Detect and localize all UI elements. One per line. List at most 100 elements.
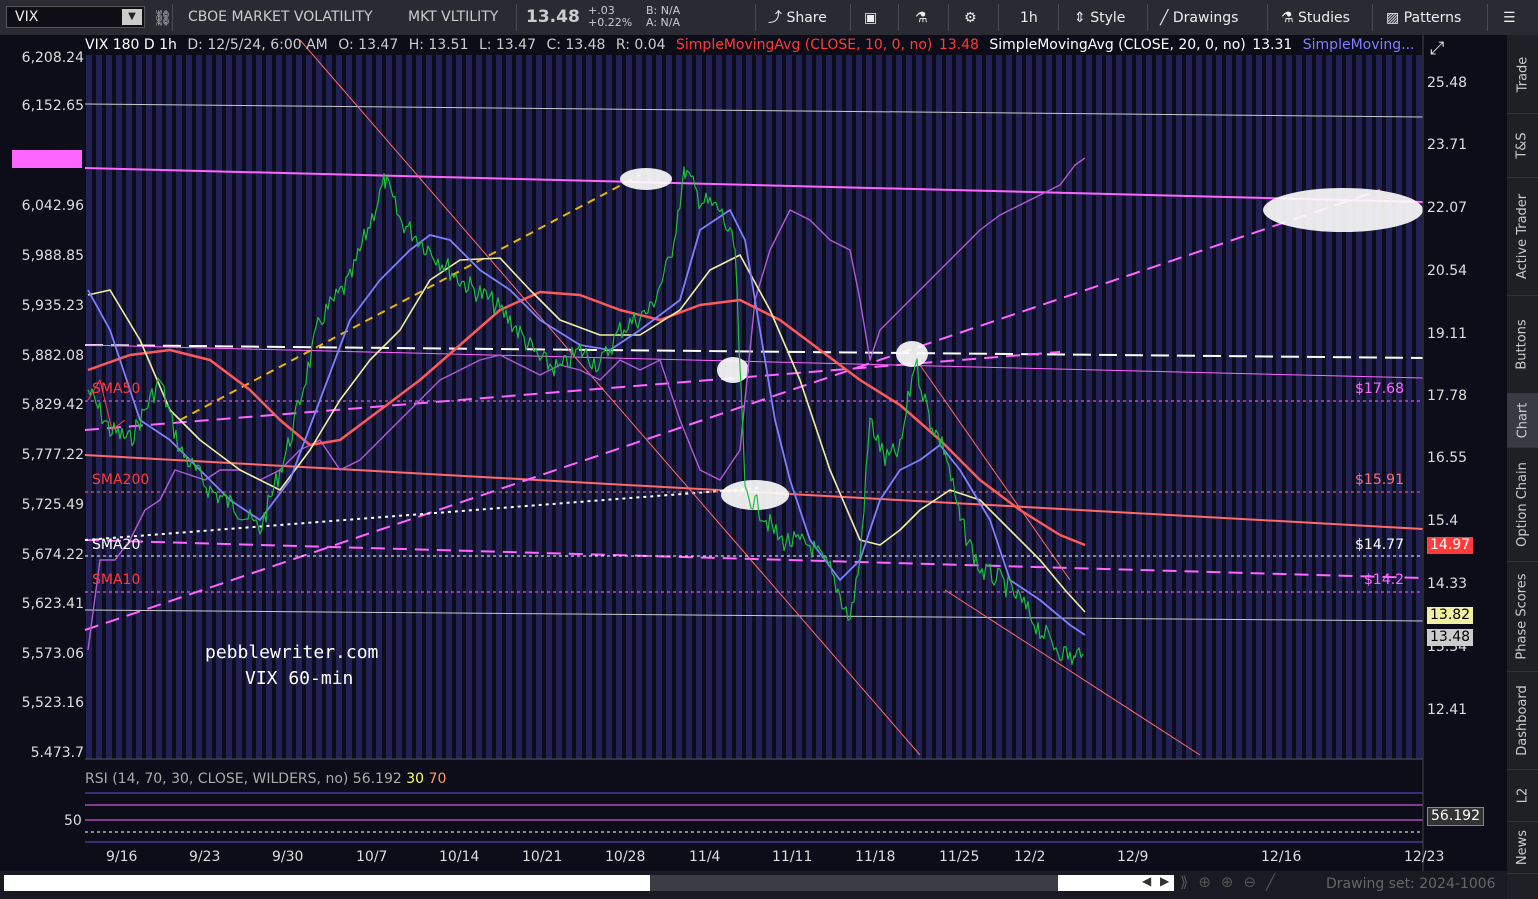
menu-icon[interactable]: ☰	[1503, 6, 1516, 30]
sidebar-tab-t-s[interactable]: T&S	[1507, 113, 1538, 178]
expand-icon[interactable]: ⤢	[1430, 38, 1444, 59]
level-label: $15.91	[1355, 472, 1404, 488]
x-axis-label: 11/18	[855, 849, 896, 865]
right-axis-label: 20.54	[1427, 263, 1468, 279]
price-change-pct: +0.22%	[588, 16, 633, 29]
symbol-text: VIX	[15, 9, 39, 25]
sidebar-tab-label: Active Trader	[1515, 193, 1530, 279]
session-stripe	[1256, 55, 1262, 759]
sidebar-tab-buttons[interactable]: Buttons	[1507, 295, 1538, 394]
legend-sma20: SimpleMovingAvg (CLOSE, 20, 0, no)	[989, 37, 1246, 53]
session-stripe	[196, 55, 202, 759]
session-stripe	[576, 55, 582, 759]
ask-value: A: N/A	[646, 16, 680, 29]
session-stripe	[726, 55, 732, 759]
session-stripe	[176, 55, 182, 759]
timeframe-button[interactable]: 1h	[1020, 6, 1038, 30]
session-stripe	[916, 55, 922, 759]
highlight-ellipse	[896, 341, 928, 367]
scroll-left-icon[interactable]: ◀	[1142, 874, 1151, 888]
gear-icon[interactable]: ⚙	[964, 6, 977, 30]
session-stripe	[826, 55, 832, 759]
left-axis-highlight	[12, 150, 82, 168]
left-axis-label: 5,674.22	[21, 547, 84, 563]
session-stripe	[766, 55, 772, 759]
pencil-icon: ╱	[1160, 10, 1169, 26]
patterns-button[interactable]: ▨ Patterns	[1386, 6, 1461, 30]
patterns-icon: ▨	[1386, 10, 1400, 26]
rsi-badge: 56.192	[1427, 807, 1484, 826]
ma-label: SMA20	[92, 537, 141, 553]
sidebar-tab-news[interactable]: News	[1507, 821, 1538, 874]
legend-range: R: 0.04	[615, 37, 666, 53]
chart-area[interactable]	[0, 35, 1507, 871]
session-stripe	[1096, 55, 1102, 759]
session-stripe	[626, 55, 632, 759]
share-button[interactable]: ⤴ Share	[768, 6, 827, 30]
legend-date: D: 12/5/24, 6:00 AM	[187, 37, 328, 53]
x-axis-label: 10/28	[605, 849, 646, 865]
left-axis-label: 5,777.22	[21, 447, 84, 463]
session-stripe	[546, 55, 552, 759]
sidebar-tab-option-chain[interactable]: Option Chain	[1507, 447, 1538, 562]
sidebar-tab-phase-scores[interactable]: Phase Scores	[1507, 561, 1538, 672]
right-axis-label: 25.48	[1427, 75, 1468, 91]
left-axis-label: 5,882.08	[21, 348, 84, 364]
legend-open: O: 13.47	[338, 37, 399, 53]
session-stripe	[1106, 55, 1112, 759]
sidebar-tab-chart[interactable]: Chart	[1507, 393, 1538, 448]
style-button[interactable]: ⇕ Style	[1074, 6, 1125, 30]
studies-button[interactable]: ⚗ Studies	[1281, 6, 1350, 30]
watermark-title: VIX 60-min	[245, 668, 354, 689]
chart-canvas[interactable]	[0, 35, 1507, 871]
x-axis-label: 12/16	[1261, 849, 1302, 865]
watermark-site: pebblewriter.com	[205, 642, 379, 663]
scrollbar-thumb[interactable]	[650, 875, 1058, 891]
flask-icon: ⚗	[1281, 10, 1294, 26]
chevron-down-icon[interactable]: ▼	[122, 9, 142, 25]
scroll-right-icon[interactable]: ▶	[1160, 874, 1169, 888]
sidebar-tab-active-trader[interactable]: Active Trader	[1507, 177, 1538, 296]
session-stripe	[476, 55, 482, 759]
sidebar-tab-l2[interactable]: L2	[1507, 769, 1538, 822]
symbol-input[interactable]: VIX ▼	[6, 6, 145, 28]
session-stripe	[1416, 55, 1422, 759]
flask-icon[interactable]: ⚗	[915, 6, 928, 30]
session-stripe	[1206, 55, 1212, 759]
left-axis-label: 6,042.96	[21, 198, 84, 214]
session-stripe	[686, 55, 692, 759]
style-label: Style	[1090, 10, 1126, 26]
sidebar-tab-trade[interactable]: Trade	[1507, 35, 1538, 114]
zoom-tools-icon[interactable]: ⟫⊕⊕⊖╱	[1180, 873, 1285, 891]
x-axis-label: 11/25	[939, 849, 980, 865]
divider	[1267, 4, 1268, 31]
sidebar-tab-label: Option Chain	[1515, 461, 1530, 547]
rsi-legend: RSI (14, 70, 30, CLOSE, WILDERS, no) 56.…	[85, 768, 447, 790]
sidebar-tab-dashboard[interactable]: Dashboard	[1507, 671, 1538, 770]
x-axis-label: 10/21	[522, 849, 563, 865]
divider	[1147, 4, 1148, 31]
session-stripe	[1036, 55, 1042, 759]
drawing-set-label: Drawing set: 2024-1006	[1326, 876, 1496, 892]
ma-label: SMA200	[92, 472, 150, 488]
chart-legend: VIX 180 D 1h D: 12/5/24, 6:00 AM O: 13.4…	[85, 37, 1421, 55]
session-stripe	[866, 55, 872, 759]
news-icon[interactable]: ▣	[864, 6, 877, 30]
drawings-button[interactable]: ╱ Drawings	[1160, 6, 1238, 30]
session-stripe	[636, 55, 642, 759]
session-stripe	[1186, 55, 1192, 759]
right-sidebar: Trade T&S Active Trader Buttons Chart Option …	[1507, 35, 1538, 899]
legend-low: L: 13.47	[478, 37, 536, 53]
session-stripe	[1326, 55, 1332, 759]
session-stripe	[436, 55, 442, 759]
session-stripe	[126, 55, 132, 759]
session-stripe	[846, 55, 852, 759]
session-stripe	[1366, 55, 1372, 759]
session-stripe	[86, 55, 92, 759]
link-icon[interactable]: ⛓	[153, 9, 172, 27]
rsi-value: 56.192	[352, 771, 402, 787]
session-stripe	[386, 55, 392, 759]
x-axis-label: 10/7	[356, 849, 388, 865]
right-axis-label: 17.78	[1427, 388, 1468, 404]
left-axis-label: 6,152.65	[21, 98, 84, 114]
